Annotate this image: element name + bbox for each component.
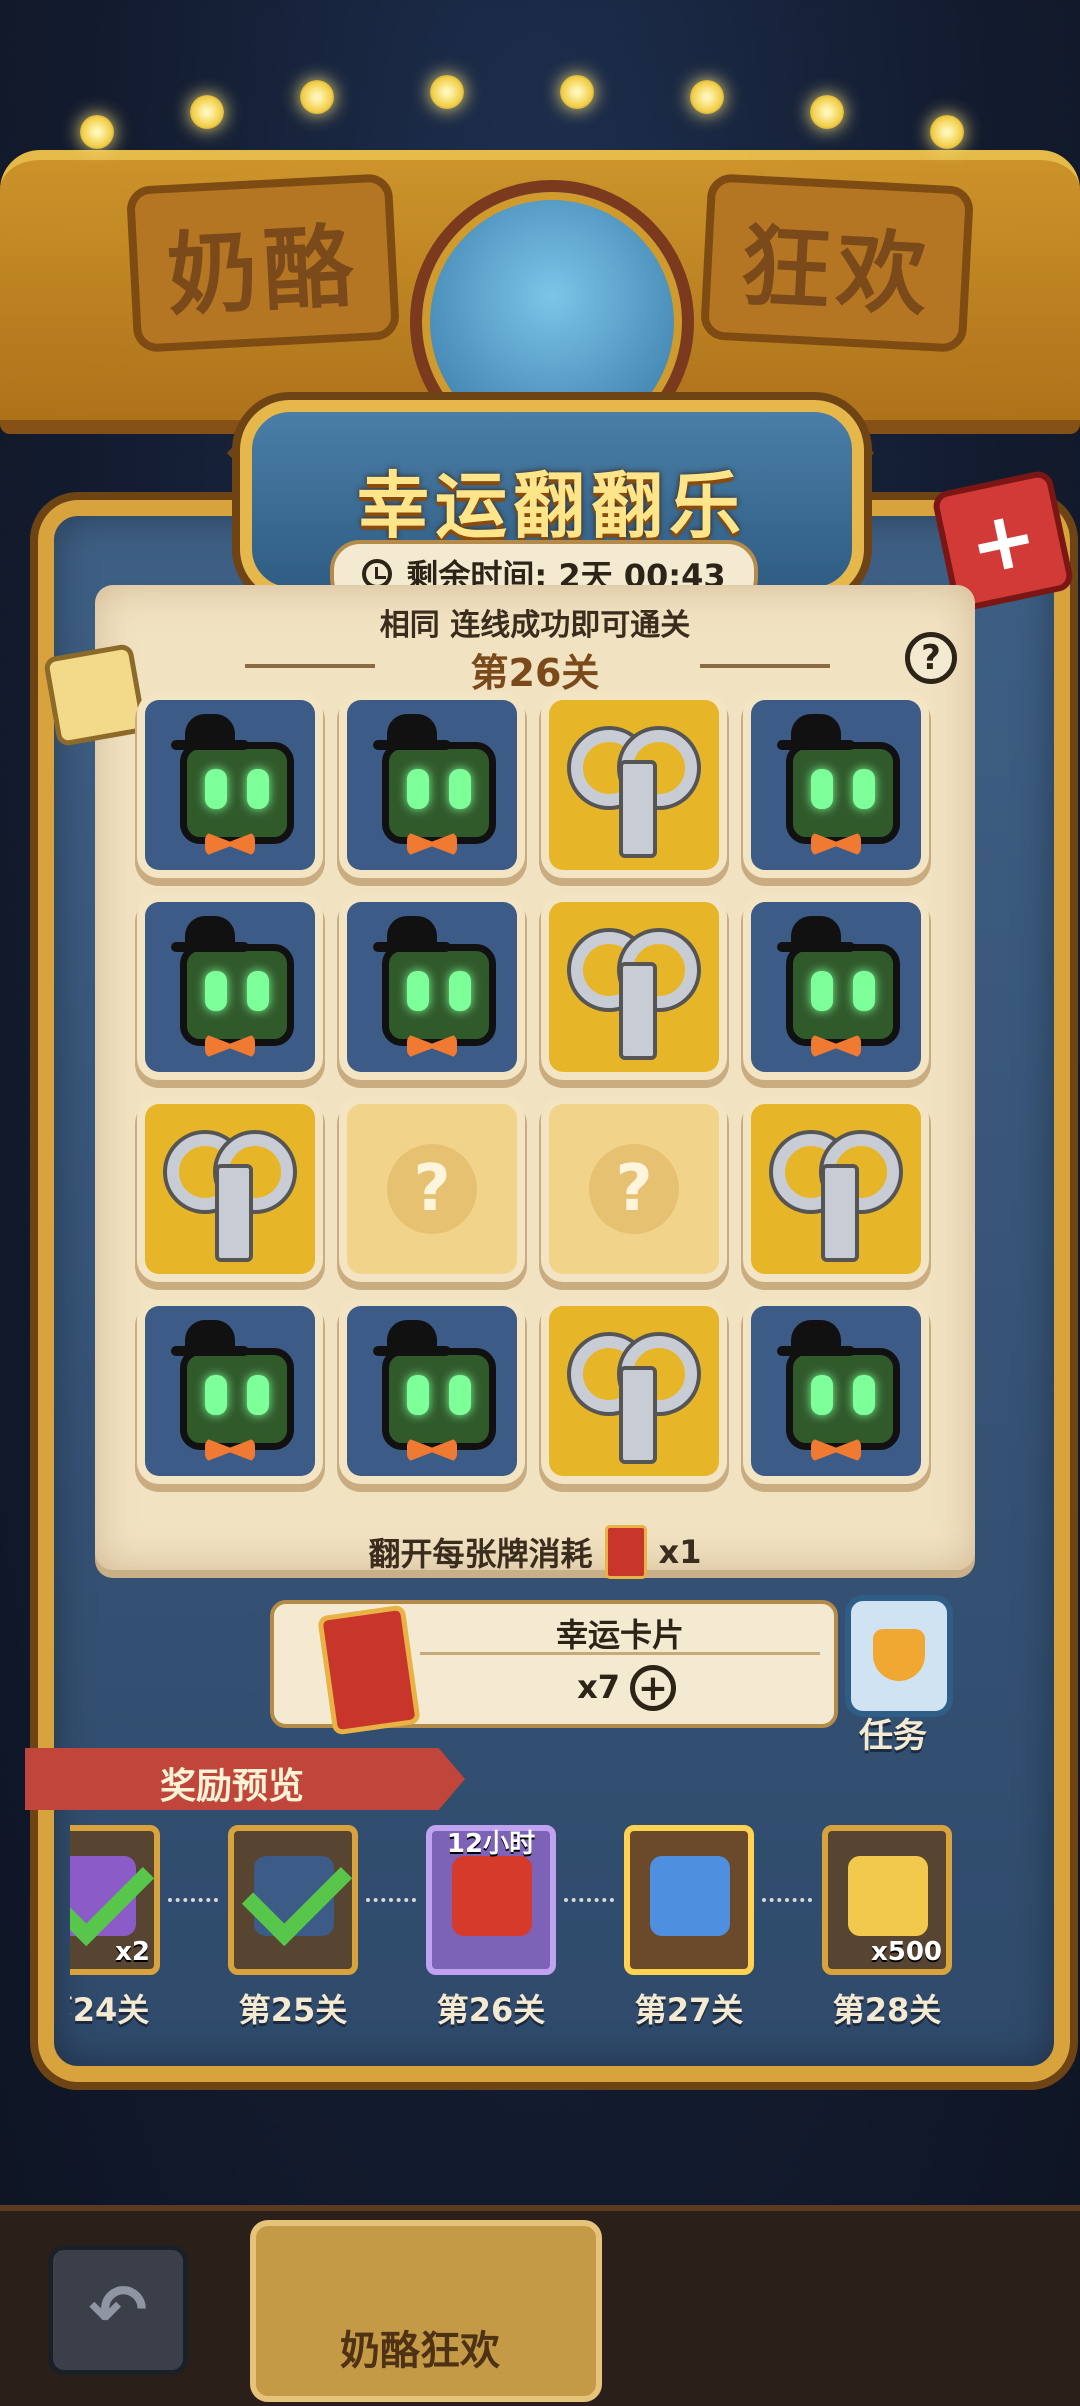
level-title: 第26关 <box>470 651 600 695</box>
reward-thumb-icon <box>452 1856 532 1936</box>
flip-card[interactable] <box>145 902 315 1072</box>
flip-card[interactable] <box>549 902 719 1072</box>
reward-item[interactable] <box>228 1825 358 1975</box>
reward-level-label: 第26关 <box>436 1991 546 2029</box>
reward-qty: x500 <box>870 1937 942 1967</box>
light-bulb-icon <box>690 80 724 114</box>
reward-item[interactable] <box>624 1825 754 1975</box>
flip-card[interactable]: ? <box>549 1104 719 1274</box>
banner-left-sign: 奶酪 <box>125 173 401 353</box>
flip-card[interactable] <box>549 700 719 870</box>
robot-icon <box>347 902 517 1072</box>
reward-level-label: 第27关 <box>634 1991 744 2029</box>
cheese-carnival-label: 奶酪狂欢 <box>340 2328 500 2374</box>
connector-dots <box>366 1898 416 1906</box>
light-bulb-icon <box>810 95 844 129</box>
reward-level-label: 第28关 <box>832 1991 942 2029</box>
robot-icon <box>347 700 517 870</box>
help-button[interactable]: ? <box>905 632 957 684</box>
reward-thumb-icon <box>848 1856 928 1936</box>
windup-key-icon <box>145 1104 315 1274</box>
windup-key-icon <box>549 700 719 870</box>
reward-preview-title: 奖励预览 <box>160 1766 305 1807</box>
rule-text: 相同 连线成功即可通关 <box>379 608 691 643</box>
divider <box>420 1652 820 1655</box>
robot-icon <box>145 700 315 870</box>
robot-icon <box>751 700 921 870</box>
lucky-card-icon <box>317 1604 421 1736</box>
reward-track[interactable]: x2 第24关 第25关 12小时第26关 第27关 x500 第28关 <box>70 1820 980 2030</box>
flip-cost: 翻开每张牌消耗 x1 <box>95 1525 975 1579</box>
reward-duration: 12小时 <box>446 1829 536 1859</box>
robot-icon <box>347 1306 517 1476</box>
light-bulb-icon <box>190 95 224 129</box>
robot-icon <box>145 1306 315 1476</box>
robot-icon <box>751 902 921 1072</box>
flip-card[interactable] <box>751 902 921 1072</box>
back-button[interactable]: ↶ <box>48 2245 188 2375</box>
light-bulb-icon <box>930 115 964 149</box>
reward-level-label: 第24关 <box>70 1991 150 2029</box>
windup-key-icon <box>549 902 719 1072</box>
flip-cost-label: 翻开每张牌消耗 <box>368 1535 593 1573</box>
reward-level-label: 第25关 <box>238 1991 348 2029</box>
reward-thumb-icon <box>650 1856 730 1936</box>
question-mark-icon: ? <box>589 1144 679 1234</box>
card-grid: ?? <box>145 700 935 1490</box>
question-mark-icon: ? <box>387 1144 477 1234</box>
flip-card[interactable] <box>145 1104 315 1274</box>
robot-icon <box>145 902 315 1072</box>
flip-card[interactable] <box>751 1104 921 1274</box>
light-bulb-icon <box>300 80 334 114</box>
flip-card[interactable] <box>145 1306 315 1476</box>
page-title: 幸运翻翻乐 <box>356 464 747 548</box>
lucky-card-count: x7 <box>577 1668 620 1706</box>
banner-right-sign: 狂欢 <box>699 173 975 353</box>
reward-qty: x2 <box>115 1937 150 1967</box>
flip-card[interactable] <box>751 1306 921 1476</box>
connector-dots <box>762 1898 812 1906</box>
light-bulb-icon <box>430 75 464 109</box>
robot-icon <box>751 1306 921 1476</box>
light-bulb-icon <box>560 75 594 109</box>
flip-card[interactable]: ? <box>347 1104 517 1274</box>
flip-card[interactable] <box>347 902 517 1072</box>
reward-item[interactable]: x2 <box>70 1825 160 1975</box>
reward-item[interactable]: x500 <box>822 1825 952 1975</box>
lucky-card-name: 幸运卡片 <box>555 1616 684 1654</box>
task-icon <box>845 1595 953 1717</box>
windup-key-icon <box>549 1306 719 1476</box>
flip-cost-qty: x1 <box>658 1533 702 1571</box>
connector-dots <box>564 1898 614 1906</box>
reward-item[interactable]: 12小时 <box>426 1825 556 1975</box>
lucky-card-icon <box>604 1525 647 1579</box>
add-card-button[interactable]: + <box>630 1665 676 1711</box>
light-bulb-icon <box>80 115 114 149</box>
flip-card[interactable] <box>751 700 921 870</box>
flip-card[interactable] <box>347 700 517 870</box>
flip-card[interactable] <box>347 1306 517 1476</box>
task-label: 任务 <box>859 1716 927 1756</box>
windup-key-icon <box>751 1104 921 1274</box>
connector-dots <box>168 1898 218 1906</box>
flip-card[interactable] <box>145 700 315 870</box>
flip-card[interactable] <box>549 1306 719 1476</box>
